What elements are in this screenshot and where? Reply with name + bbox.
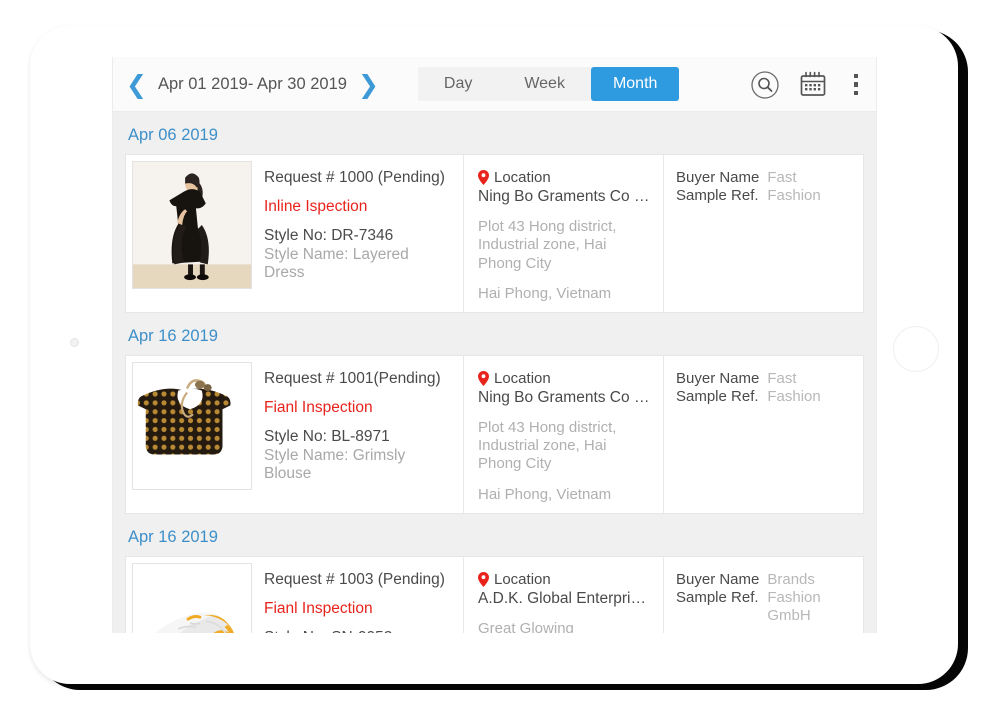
chevron-left-icon[interactable]: ❮ bbox=[123, 72, 150, 97]
buyer-name-value: Brands Fashion GmbH bbox=[767, 570, 821, 624]
style-no: Style No: BL-8971 bbox=[264, 427, 390, 445]
request-card[interactable]: Request # 1003 (Pending) Fianl Inspectio… bbox=[125, 555, 864, 633]
buyer-info: Buyer Name Sample Ref. Brands Fashion Gm… bbox=[663, 556, 863, 633]
thumbnail-cell bbox=[126, 356, 258, 513]
request-info: Request # 1000 (Pending) Inline Ispectio… bbox=[258, 155, 463, 312]
home-button[interactable] bbox=[893, 326, 939, 372]
kebab-dot bbox=[853, 82, 858, 87]
app-screen: ❮ Apr 01 2019- Apr 30 2019 ❯ Day Week Mo… bbox=[112, 57, 877, 633]
buyer-labels: Buyer Name Sample Ref. bbox=[676, 370, 759, 503]
thumbnail-cell bbox=[126, 557, 258, 633]
location-label: Location bbox=[494, 169, 551, 186]
product-thumbnail-layered-dress[interactable] bbox=[132, 161, 252, 289]
request-number: Request # 1000 (Pending) bbox=[264, 169, 445, 186]
map-pin-icon bbox=[478, 170, 489, 185]
location-company: Ning Bo Graments Co Ltd. bbox=[478, 388, 651, 406]
buyer-labels: Buyer Name Sample Ref. bbox=[676, 571, 759, 633]
request-info: Request # 1001(Pending) Fianl Inspection… bbox=[258, 356, 463, 513]
vertical-scrollbar[interactable] bbox=[872, 112, 876, 633]
day-group: Apr 06 2019 Request # 1000 (Pending) Inl… bbox=[125, 126, 864, 313]
map-pin-icon bbox=[478, 571, 489, 587]
product-thumbnail-grimsly-blouse[interactable] bbox=[132, 361, 252, 490]
style-name: Style Name: Layered Dress bbox=[264, 246, 409, 281]
location-header: Location bbox=[478, 370, 651, 387]
toolbar: ❮ Apr 01 2019- Apr 30 2019 ❯ Day Week Mo… bbox=[113, 57, 876, 112]
buyer-labels: Buyer Name Sample Ref. bbox=[676, 169, 759, 302]
style-name: Style Name: Grimsly Blouse bbox=[264, 446, 406, 482]
date-range-label: Apr 01 2019- Apr 30 2019 bbox=[157, 74, 347, 93]
request-list[interactable]: Apr 06 2019 Request # 1000 (Pending) Inl… bbox=[113, 112, 876, 633]
tab-week[interactable]: Week bbox=[498, 67, 591, 101]
kebab-dot bbox=[853, 73, 858, 79]
screenshot-root: ❮ Apr 01 2019- Apr 30 2019 ❯ Day Week Mo… bbox=[0, 0, 1000, 716]
buyer-name-label: Buyer Name bbox=[676, 570, 760, 588]
map-pin-icon bbox=[478, 370, 489, 386]
kebab-dot bbox=[853, 90, 858, 96]
day-group: Apr 16 2019 bbox=[125, 327, 864, 514]
product-thumbnail-stubbs-sneaker[interactable] bbox=[132, 562, 252, 633]
location-city: Hai Phong, Vietnam bbox=[478, 284, 612, 302]
style-no: Style No: SN-0052 bbox=[264, 629, 453, 633]
buyer-name-value: Fast Fashion bbox=[767, 169, 821, 204]
tab-month[interactable]: Month bbox=[590, 67, 680, 101]
view-mode-segmented-control: Day Week Month bbox=[417, 67, 680, 101]
location-label: Location bbox=[494, 369, 551, 387]
location-address: Plot 43 Hong district, Industrial zone, … bbox=[478, 418, 617, 473]
location-company: A.D.K. Global Enterprise Co... bbox=[478, 589, 651, 607]
tab-day[interactable]: Day bbox=[418, 67, 498, 101]
sample-ref-label: Sample Ref. bbox=[676, 387, 759, 405]
sample-ref-label: Sample Ref. bbox=[676, 588, 759, 606]
location-company: Ning Bo Graments Co Ltd. bbox=[478, 188, 651, 205]
calendar-icon[interactable] bbox=[798, 70, 828, 100]
buyer-name-value: Fast Fashion bbox=[767, 369, 821, 405]
day-heading: Apr 16 2019 bbox=[128, 326, 218, 345]
kebab-menu-icon[interactable] bbox=[846, 70, 867, 100]
style-no: Style No: DR-7346 bbox=[264, 227, 394, 244]
request-card[interactable]: Request # 1001(Pending) Fianl Inspection… bbox=[125, 354, 864, 514]
buyer-name-label: Buyer Name bbox=[676, 169, 760, 186]
request-number: Request # 1003 (Pending) bbox=[264, 570, 445, 588]
location-info: Location A.D.K. Global Enterprise Co... … bbox=[463, 556, 663, 633]
request-card[interactable]: Request # 1000 (Pending) Inline Ispectio… bbox=[125, 154, 864, 313]
location-city: Hai Phong, Vietnam bbox=[478, 485, 612, 503]
request-number: Request # 1001(Pending) bbox=[264, 369, 441, 387]
location-address: Plot 43 Hong district, Industrial zone, … bbox=[478, 218, 617, 272]
sample-ref-label: Sample Ref. bbox=[676, 187, 759, 204]
buyer-info: Buyer Name Sample Ref. Fast Fashion bbox=[663, 355, 863, 513]
day-group: Apr 16 2019 bbox=[125, 528, 864, 633]
toolbar-actions bbox=[750, 57, 867, 112]
location-info: Location Ning Bo Graments Co Ltd. Plot 4… bbox=[463, 355, 663, 513]
search-icon[interactable] bbox=[750, 70, 780, 100]
day-heading: Apr 16 2019 bbox=[128, 527, 218, 546]
date-navigation: ❮ Apr 01 2019- Apr 30 2019 ❯ bbox=[123, 72, 382, 97]
front-camera-icon bbox=[70, 338, 79, 347]
inspection-type: Inline Ispection bbox=[264, 198, 368, 215]
location-label: Location bbox=[494, 570, 551, 588]
day-heading: Apr 06 2019 bbox=[128, 126, 218, 144]
chevron-right-icon[interactable]: ❯ bbox=[355, 72, 382, 97]
thumbnail-cell bbox=[126, 155, 258, 312]
location-info: Location Ning Bo Graments Co Ltd. Plot 4… bbox=[463, 155, 663, 312]
buyer-name-label: Buyer Name bbox=[676, 369, 760, 387]
inspection-type: Fianl Inspection bbox=[264, 599, 373, 617]
request-info: Request # 1003 (Pending) Fianl Inspectio… bbox=[258, 557, 463, 633]
location-address: Great Glowing Investment Company Plot No… bbox=[478, 619, 574, 633]
buyer-info: Buyer Name Sample Ref. Fast Fashion bbox=[663, 155, 863, 312]
inspection-type: Fianl Inspection bbox=[264, 398, 373, 416]
location-header: Location bbox=[478, 169, 651, 186]
location-header: Location bbox=[478, 571, 651, 588]
